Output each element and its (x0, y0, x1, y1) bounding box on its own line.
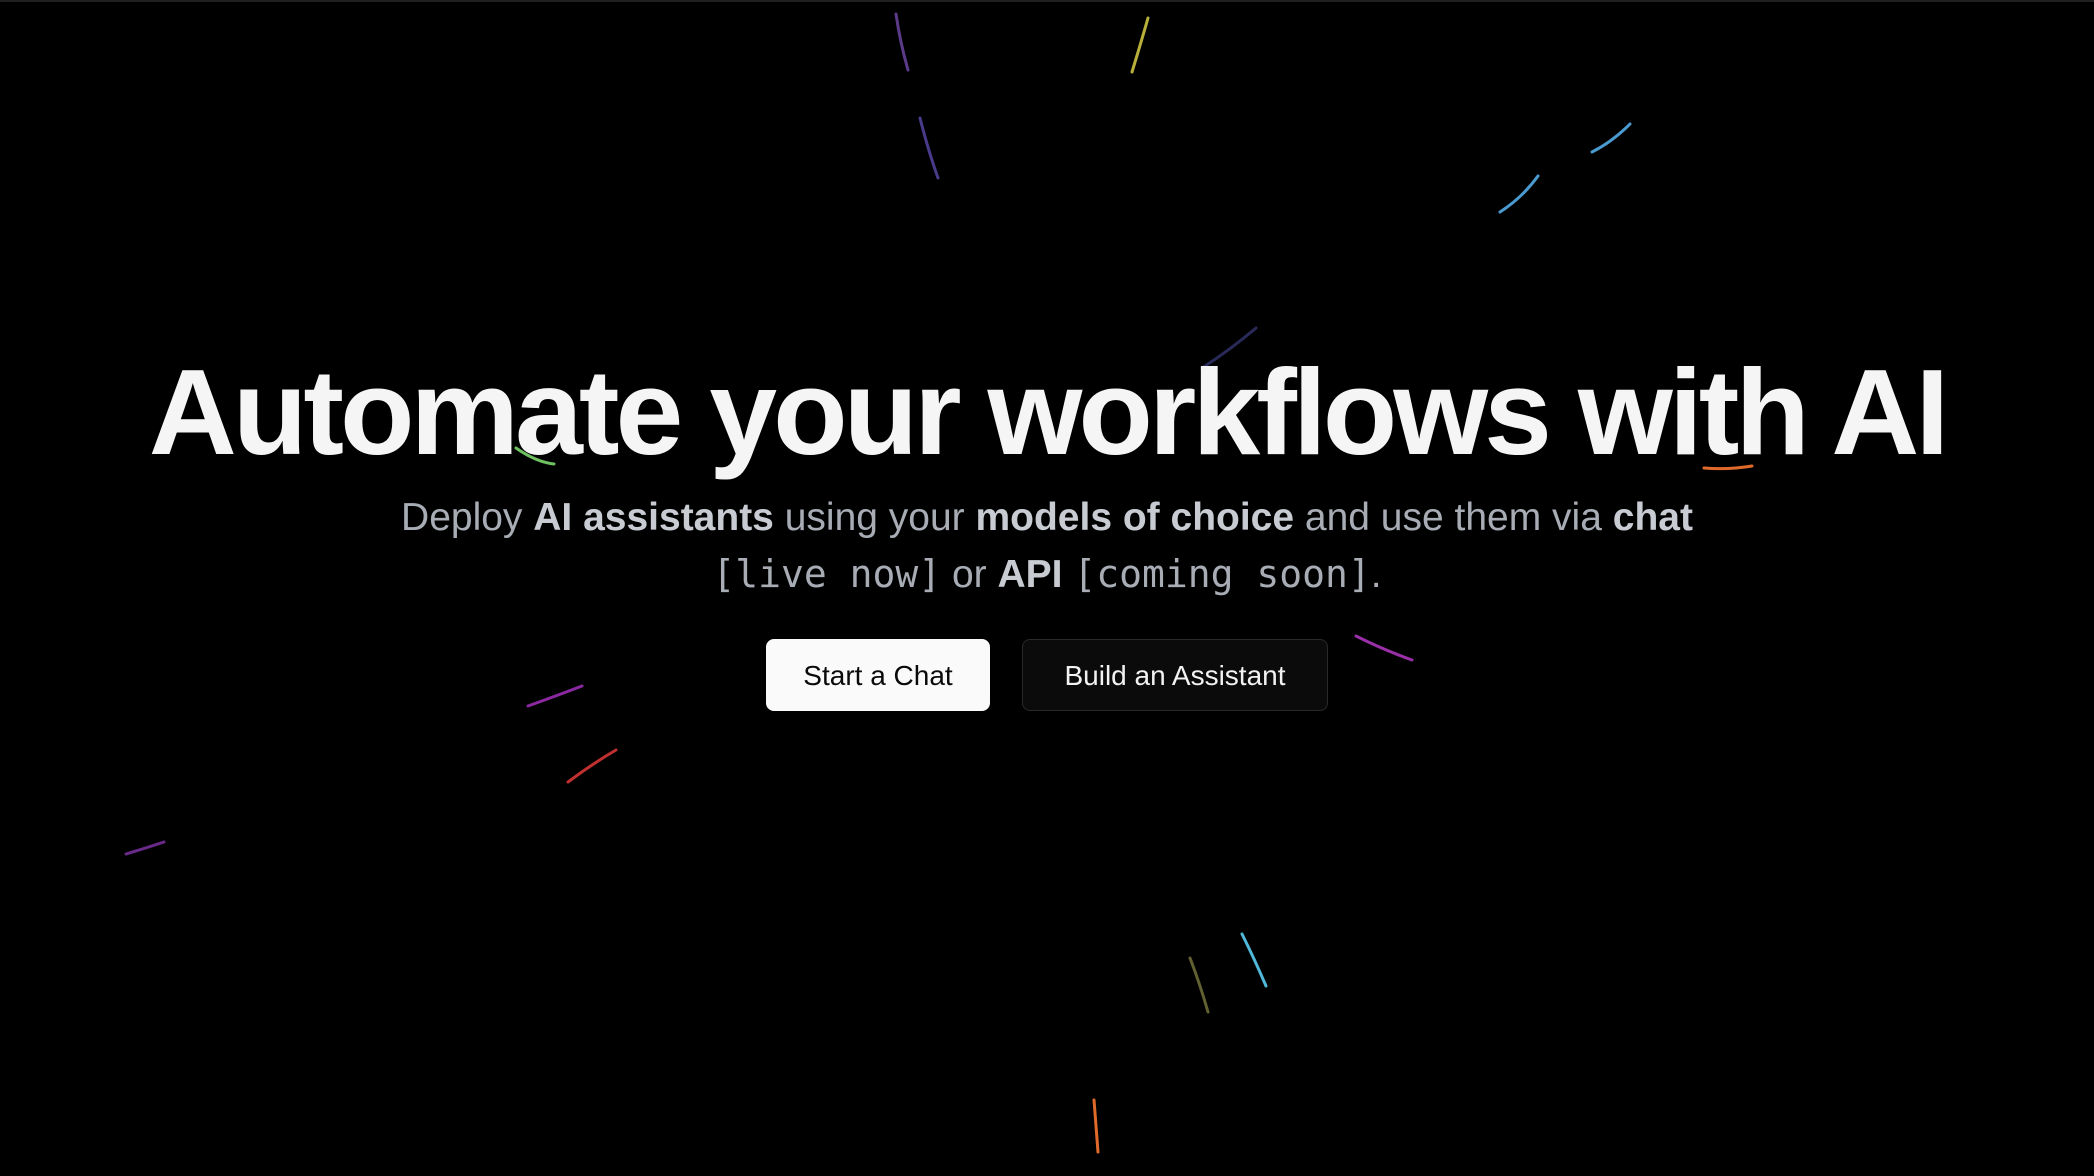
build-assistant-button[interactable]: Build an Assistant (1022, 639, 1328, 711)
light-streak (894, 12, 910, 72)
start-chat-button[interactable]: Start a Chat (766, 639, 990, 711)
subtitle-text: . (1370, 553, 1382, 596)
subtitle-highlight-models: models of choice (975, 496, 1295, 539)
hero-headline: Automate your workflows with AI (148, 344, 1950, 480)
subtitle-text: using your (773, 496, 976, 539)
hero-section: Automate your workflows with AI Deploy A… (0, 342, 2094, 711)
subtitle-text: or (941, 553, 998, 596)
subtitle-highlight-chat: chat (1612, 496, 1693, 539)
light-streak (918, 116, 940, 180)
light-streak (124, 840, 166, 856)
subtitle-highlight-api: API (997, 553, 1063, 596)
light-streak (1092, 1098, 1100, 1154)
landing-page: Automate your workflows with AI Deploy A… (0, 0, 2094, 1176)
light-streak (1130, 16, 1150, 74)
light-streak (1498, 174, 1540, 214)
subtitle-text: Deploy (401, 496, 534, 539)
light-streak (1590, 122, 1632, 154)
hero-subtitle: Deploy AI assistants using your models o… (347, 490, 1747, 603)
status-tag-live-now: [live now] (712, 552, 942, 596)
hero-actions: Start a Chat Build an Assistant (0, 639, 2094, 711)
subtitle-text: and use them via (1294, 496, 1613, 539)
status-tag-coming-soon: [coming soon] (1073, 552, 1371, 596)
light-streak (1240, 932, 1268, 988)
light-streak (1188, 956, 1210, 1014)
light-streak (566, 748, 618, 784)
subtitle-highlight-ai-assistants: AI assistants (533, 496, 774, 539)
